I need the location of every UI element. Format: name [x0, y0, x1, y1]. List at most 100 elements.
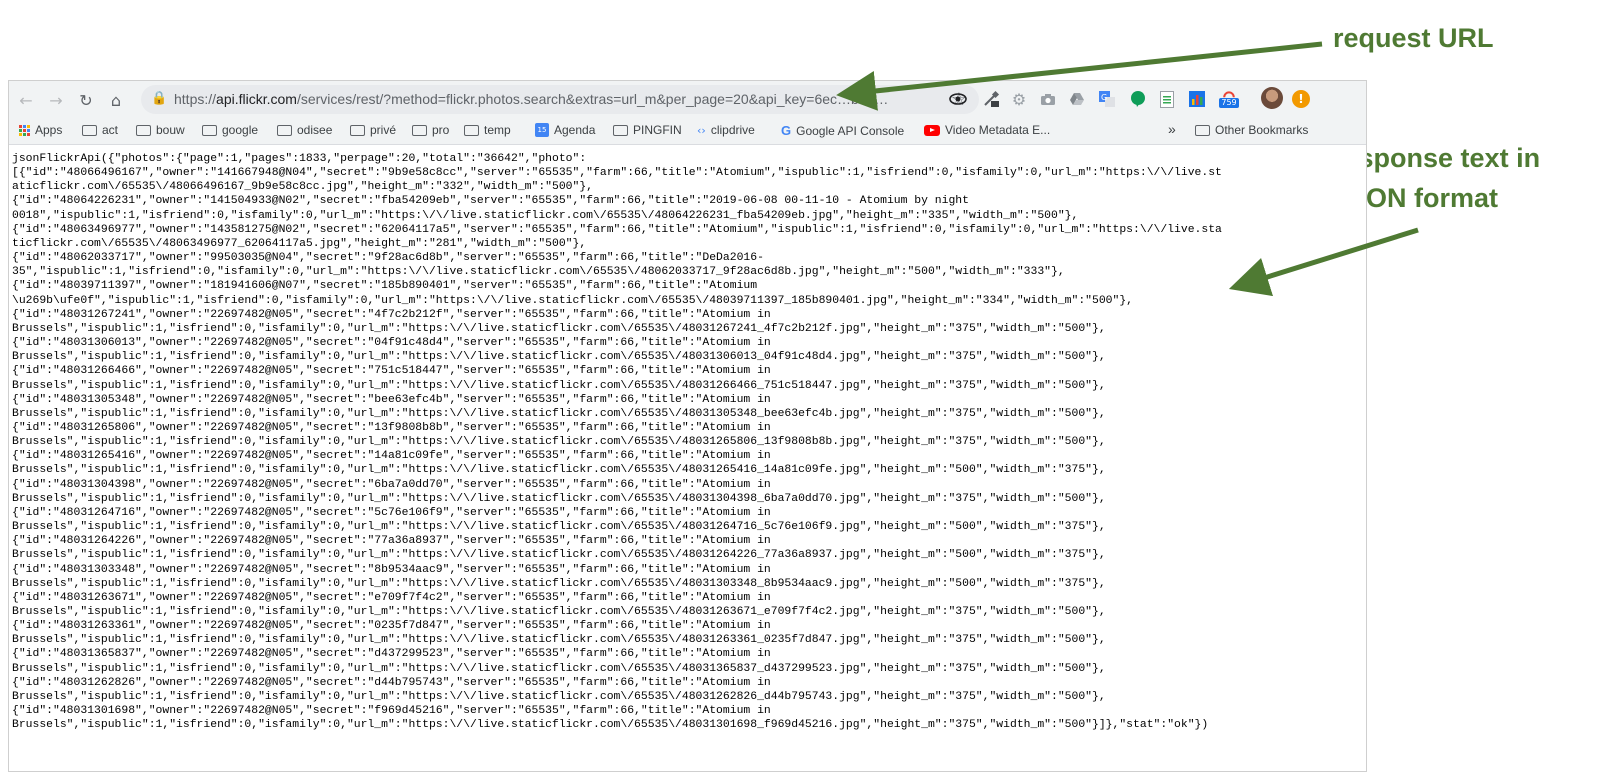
- back-icon[interactable]: ←: [15, 89, 37, 111]
- response-line: {"id":"48063496977","owner":"143581275@N…: [12, 223, 1222, 236]
- response-line: {"id":"48031301698","owner":"22697482@N0…: [12, 705, 771, 718]
- bookmark-label: privé: [370, 123, 397, 137]
- bookmark-label: bouw: [156, 123, 185, 137]
- bookmark-folder-pro[interactable]: pro: [412, 123, 449, 137]
- eyedropper-extension-icon[interactable]: [982, 90, 1000, 108]
- bookmark-other-bookmarks[interactable]: Other Bookmarks: [1195, 123, 1308, 137]
- folder-icon: [82, 124, 97, 136]
- bookmark-label: clipdrive: [710, 123, 755, 137]
- response-line: Brussels","ispublic":1,"isfriend":0,"isf…: [12, 606, 1106, 618]
- folder-icon: [464, 124, 479, 136]
- folder-icon: [350, 124, 365, 136]
- sheets-extension-icon[interactable]: [1158, 90, 1176, 108]
- response-line: {"id":"48031267241","owner":"22697482@N0…: [12, 308, 771, 321]
- url-scheme: https://: [174, 91, 217, 107]
- apps-grid-icon: [19, 124, 30, 136]
- youtube-icon: [924, 124, 940, 136]
- folder-icon: [277, 124, 292, 136]
- update-alert-icon[interactable]: !: [1292, 90, 1310, 108]
- bookmark-folder-act[interactable]: act: [82, 123, 118, 137]
- response-line: {"id":"48031303348","owner":"22697482@N0…: [12, 563, 771, 576]
- response-line: {"id":"48031265416","owner":"22697482@N0…: [12, 450, 771, 463]
- eye-extension-icon[interactable]: [949, 90, 967, 108]
- response-line: Brussels","ispublic":1,"isfriend":0,"isf…: [12, 577, 1106, 590]
- response-line: {"id":"48064226231","owner":"141504933@N…: [12, 195, 969, 208]
- response-line: {"id":"48031305348","owner":"22697482@N0…: [12, 393, 771, 406]
- response-line: ticflickr.com\/65535\/48063496977_620641…: [12, 237, 587, 250]
- translate-extension-icon[interactable]: G: [1098, 90, 1116, 108]
- response-line: [{"id":"48066496167","owner":"141667948@…: [12, 167, 1222, 180]
- bookmarks-bar: Apps act bouw google odisee privé pro te…: [9, 118, 1366, 145]
- bookmark-label: Other Bookmarks: [1215, 123, 1309, 137]
- response-line: Brussels","ispublic":1,"isfriend":0,"isf…: [12, 464, 1106, 477]
- bookmark-label: Video Metadata E...: [945, 123, 1051, 137]
- hangouts-extension-icon[interactable]: [1129, 90, 1147, 108]
- response-line: 0018","ispublic":1,"isfriend":0,"isfamil…: [12, 209, 1079, 222]
- bookmark-apps[interactable]: Apps: [19, 123, 62, 137]
- response-line: Brussels","ispublic":1,"isfriend":0,"isf…: [12, 492, 1106, 505]
- bookmarks-overflow-button[interactable]: »: [1168, 121, 1176, 137]
- bookmark-video-metadata[interactable]: Video Metadata E...: [924, 123, 1050, 137]
- response-line: {"id":"48031262826","owner":"22697482@N0…: [12, 676, 771, 689]
- response-line: Brussels","ispublic":1,"isfriend":0,"isf…: [12, 436, 1106, 449]
- browser-toolbar: ← → ↻ ⌂ 🔒 https://api.flickr.com/service…: [9, 81, 1366, 118]
- url-host: api.flickr.com: [216, 91, 297, 107]
- chart-extension-icon[interactable]: [1188, 90, 1206, 108]
- lock-icon: 🔒: [151, 91, 168, 106]
- bookmark-label: temp: [484, 123, 511, 137]
- response-line: \u269b\ufe0f","ispublic":1,"isfriend":0,…: [12, 294, 1134, 307]
- response-line: {"id":"48031365837","owner":"22697482@N0…: [12, 648, 771, 661]
- bookmark-google-api-console[interactable]: G Google API Console: [781, 123, 904, 138]
- response-line: {"id":"48031304398","owner":"22697482@N0…: [12, 478, 771, 491]
- bookmark-label: Agenda: [554, 123, 596, 137]
- bookmark-folder-odisee[interactable]: odisee: [277, 123, 332, 137]
- drive-extension-icon[interactable]: [1068, 90, 1086, 108]
- bookmark-folder-prive[interactable]: privé: [350, 123, 396, 137]
- bookmark-folder-temp[interactable]: temp: [464, 123, 511, 137]
- browser-window: ← → ↻ ⌂ 🔒 https://api.flickr.com/service…: [8, 80, 1367, 772]
- bookmark-label: act: [102, 123, 119, 137]
- bookmark-agenda[interactable]: 15 Agenda: [535, 123, 595, 137]
- bookmark-folder-google[interactable]: google: [202, 123, 258, 137]
- response-line: Brussels","ispublic":1,"isfriend":0,"isf…: [12, 719, 1209, 732]
- bookmark-folder-bouw[interactable]: bouw: [136, 123, 185, 137]
- forward-icon[interactable]: →: [45, 89, 67, 111]
- response-line: 35","ispublic":1,"isfriend":0,"isfamily"…: [12, 266, 1065, 279]
- response-line: Brussels","ispublic":1,"isfriend":0,"isf…: [12, 322, 1106, 335]
- camera-extension-icon[interactable]: [1039, 90, 1057, 108]
- response-line: Brussels","ispublic":1,"isfriend":0,"isf…: [12, 407, 1106, 420]
- response-line: {"id":"48062033717","owner":"99503035@N0…: [12, 252, 764, 265]
- folder-icon: [136, 124, 151, 136]
- response-line: {"id":"48031306013","owner":"22697482@N0…: [12, 337, 771, 350]
- response-line: Brussels","ispublic":1,"isfriend":0,"isf…: [12, 690, 1106, 703]
- avatar[interactable]: [1261, 87, 1283, 109]
- response-line: Brussels","ispublic":1,"isfriend":0,"isf…: [12, 379, 1106, 392]
- response-line: Brussels","ispublic":1,"isfriend":0,"isf…: [12, 521, 1106, 534]
- response-line: jsonFlickrApi({"photos":{"page":1,"pages…: [12, 153, 587, 165]
- calendar-icon: 15: [535, 123, 549, 137]
- bookmark-label: PINGFIN: [633, 123, 682, 137]
- bookmark-clipdrive[interactable]: ‹› clipdrive: [697, 123, 755, 137]
- response-line: {"id":"48031264716","owner":"22697482@N0…: [12, 506, 771, 519]
- folder-icon: [202, 124, 217, 136]
- counter-badge: 759: [1219, 98, 1239, 108]
- bookmark-folder-pingfin[interactable]: PINGFIN: [613, 123, 682, 137]
- reload-icon[interactable]: ↻: [75, 89, 97, 111]
- home-icon[interactable]: ⌂: [105, 89, 127, 111]
- bookmark-label: google: [222, 123, 259, 137]
- url-path: /services/rest/?method=flickr.photos.sea…: [296, 91, 889, 107]
- folder-icon: [1195, 124, 1210, 136]
- bookmark-label: Google API Console: [796, 123, 905, 138]
- counter-extension-icon[interactable]: 759: [1217, 90, 1241, 108]
- google-g-icon: G: [781, 123, 792, 138]
- bookmark-label: Apps: [35, 123, 63, 137]
- response-line: {"id":"48031264226","owner":"22697482@N0…: [12, 535, 771, 548]
- response-line: Brussels","ispublic":1,"isfriend":0,"isf…: [12, 351, 1106, 364]
- response-line: Brussels","ispublic":1,"isfriend":0,"isf…: [12, 634, 1106, 647]
- url-text[interactable]: https://api.flickr.com/services/rest/?me…: [174, 91, 914, 107]
- bookmark-label: pro: [432, 123, 450, 137]
- settings-gear-icon[interactable]: ⚙: [1010, 90, 1028, 109]
- response-line: {"id":"48031263671","owner":"22697482@N0…: [12, 591, 771, 604]
- response-line: Brussels","ispublic":1,"isfriend":0,"isf…: [12, 662, 1106, 675]
- address-bar[interactable]: 🔒 https://api.flickr.com/services/rest/?…: [141, 85, 979, 114]
